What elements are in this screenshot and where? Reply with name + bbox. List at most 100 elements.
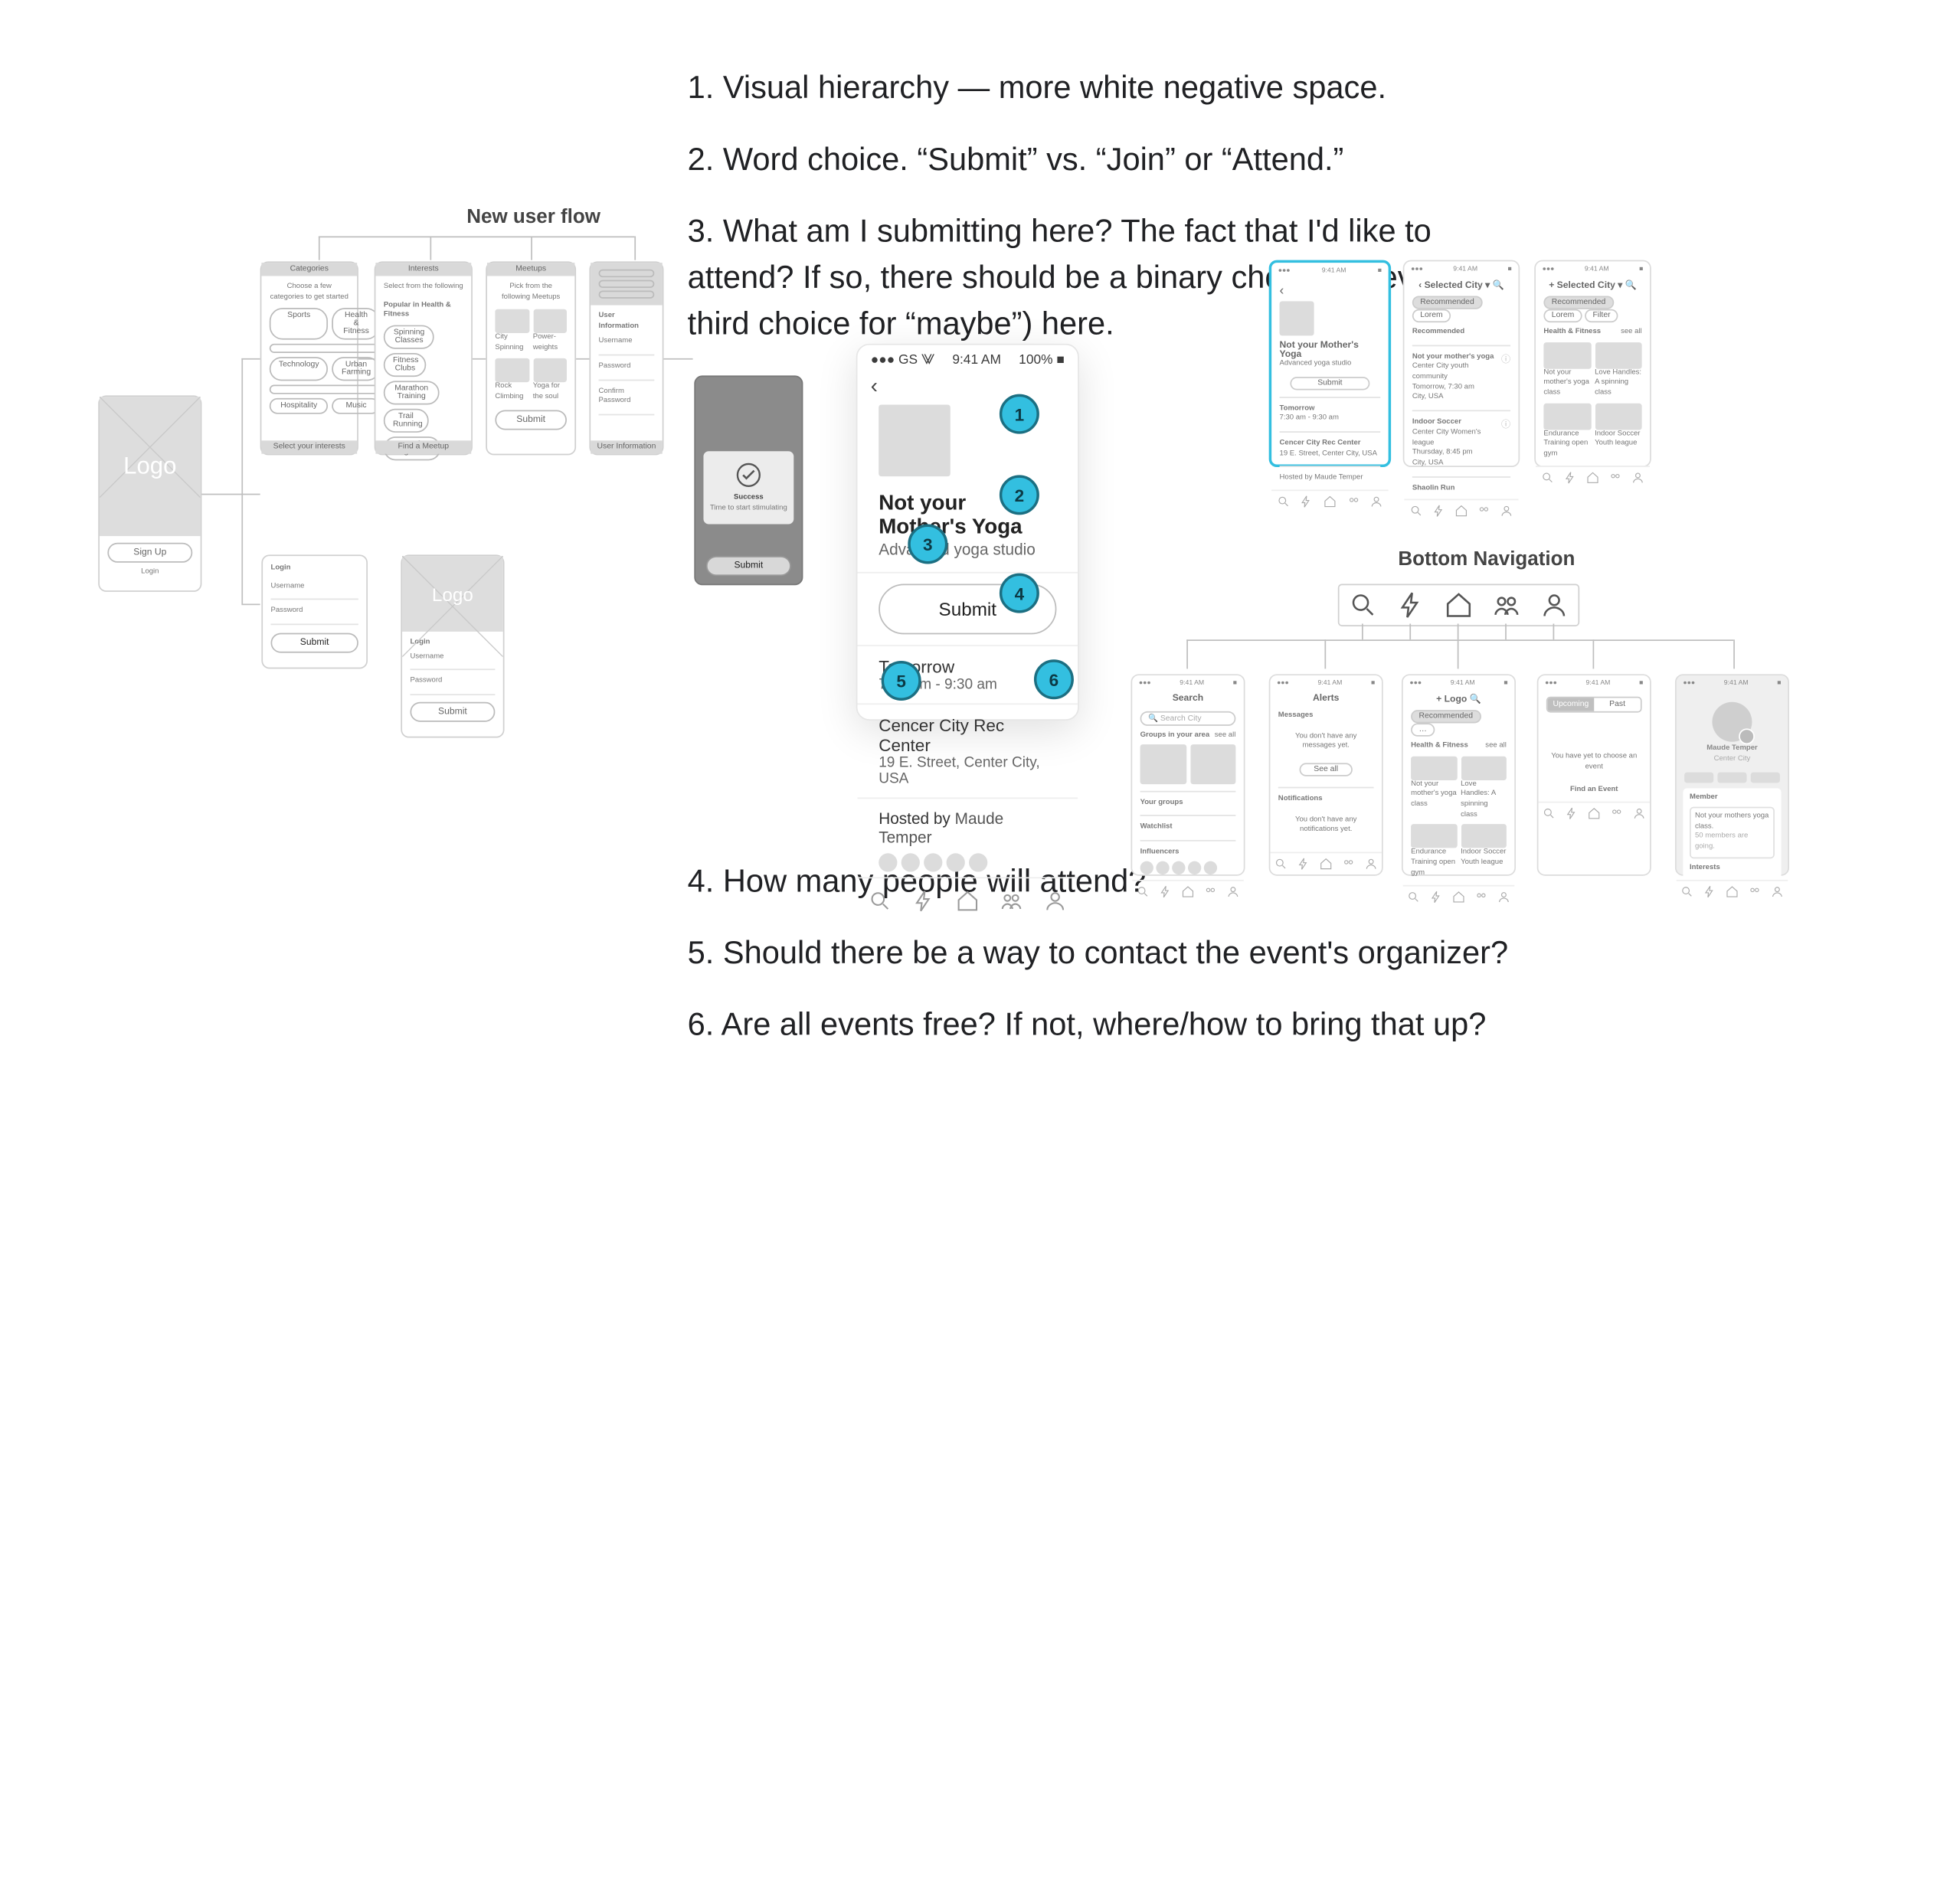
tab-past[interactable]: Past (1594, 698, 1641, 711)
cat-title: Health & Fitness (1543, 328, 1601, 338)
card[interactable]: Love Handles: A spinning class (1461, 780, 1507, 820)
signup-button[interactable]: Sign Up (107, 543, 192, 563)
flow-connector (576, 358, 589, 360)
card[interactable]: Endurance Training open gym (1543, 430, 1591, 460)
cat-item[interactable]: Music (332, 399, 380, 415)
cta[interactable]: Select your interests (273, 443, 345, 451)
rec-item-title[interactable]: Indoor Soccer (1412, 418, 1497, 428)
login-title: Login (271, 564, 358, 574)
wf-splash: Logo Sign Up Login (98, 395, 201, 591)
chip[interactable]: Lorem (1412, 309, 1451, 322)
meetup-item[interactable]: Power-weights (533, 334, 567, 355)
success-title: Success (708, 494, 788, 504)
chip[interactable]: Recommended (1412, 296, 1482, 309)
sm-search: ●●●9:41 AM■ Search 🔍 Search City Groups … (1131, 674, 1245, 875)
home-icon[interactable] (956, 889, 980, 913)
search-input[interactable]: 🔍 Search City (1140, 711, 1236, 726)
meetup-item[interactable]: Yoga for the soul (533, 382, 567, 403)
group-icon[interactable] (1000, 889, 1023, 913)
interests-title: Interests (408, 266, 439, 273)
meetups-sub: Pick from the following Meetups (495, 283, 567, 303)
sm-city-list: ●●●9:41 AM■ ‹ Selected City ▾ 🔍 Recommen… (1403, 260, 1520, 467)
cat-item[interactable]: Sports (270, 309, 329, 341)
city-header[interactable]: Selected City ▾ (1425, 281, 1490, 290)
rec-item-date: Thursday, 8:45 pm (1412, 449, 1497, 459)
home-icon[interactable] (1444, 590, 1473, 619)
card[interactable]: Endurance Training open gym (1411, 848, 1457, 879)
group-title: Groups in your area (1140, 731, 1210, 741)
login-link[interactable]: Login (107, 568, 192, 578)
profile-icon[interactable] (1044, 889, 1068, 913)
chip[interactable]: Recommended (1411, 710, 1481, 723)
see-all-link[interactable]: see all (1621, 328, 1642, 338)
where-addr: 19 E. Street, Center City, USA (1280, 449, 1381, 459)
rec-item-title[interactable]: Shaolin Run (1412, 484, 1510, 494)
cta[interactable]: Find a Meetup (398, 443, 449, 451)
rec-item-title[interactable]: Not your mother's yoga (1412, 352, 1497, 362)
chip[interactable]: Recommended (1543, 296, 1613, 309)
flow-connector (531, 236, 532, 260)
interest-item[interactable]: Fitness Clubs (384, 353, 427, 377)
password-field[interactable]: Password (271, 607, 358, 617)
see-all-link[interactable]: see all (1215, 731, 1236, 741)
interest-item[interactable]: Spinning Classes (384, 325, 435, 349)
member-group[interactable]: Not your mothers yoga class. (1695, 812, 1769, 833)
cat-item[interactable]: Health & Fitness (332, 309, 380, 341)
interest-item[interactable]: Trail Running (384, 409, 428, 433)
password-field[interactable]: Password (599, 362, 655, 372)
submit-button[interactable]: Submit (271, 633, 358, 653)
password-field[interactable]: Password (410, 678, 495, 688)
submit-button[interactable]: Submit (495, 410, 567, 430)
submit-button[interactable]: Submit (410, 702, 495, 722)
success-sub: Time to start stimulating (708, 504, 788, 514)
bolt-icon[interactable] (911, 889, 935, 913)
group-title: Your groups (1140, 799, 1236, 809)
card[interactable]: Not your mother's yoga class (1543, 368, 1591, 399)
see-all-button[interactable]: See all (1299, 763, 1353, 776)
see-all-link[interactable]: see all (1485, 742, 1507, 752)
empty-msg: You don't have any notifications yet. (1278, 816, 1374, 836)
logo-text: Logo (123, 453, 176, 480)
edit-avatar-icon[interactable] (1739, 728, 1755, 744)
cat-item[interactable]: Hospitality (270, 399, 329, 415)
annot-badge-6: 6 (1034, 659, 1074, 699)
cat-item[interactable]: Technology (270, 358, 329, 381)
cta[interactable]: User Information (597, 443, 656, 451)
when-time: 7:30 am - 9:30 am (1280, 414, 1381, 424)
city-header[interactable]: Selected City ▾ (1557, 281, 1623, 290)
group-icon[interactable] (1492, 590, 1521, 619)
title: Logo (1445, 695, 1468, 704)
submit-button[interactable]: Submit (706, 556, 791, 576)
submit-button[interactable]: Submit (1290, 377, 1369, 390)
back-icon[interactable]: ‹ (857, 375, 1078, 399)
meetup-item[interactable]: Rock Climbing (495, 382, 528, 403)
chip[interactable]: Filter (1585, 309, 1618, 322)
username-field[interactable]: Username (271, 582, 358, 592)
confirm-password-field[interactable]: Confirm Password (599, 387, 655, 408)
where-title: Cencer City Rec Center (879, 715, 1056, 755)
flow-connector (241, 603, 260, 605)
card[interactable]: Love Handles: A spinning class (1595, 368, 1642, 399)
bolt-icon[interactable] (1396, 590, 1425, 619)
cat-item[interactable]: Urban Farming (332, 358, 380, 381)
chip[interactable]: Lorem (1543, 309, 1582, 322)
critique-2: 2. Word choice. “Submit” vs. “Join” or “… (688, 138, 1344, 184)
profile-icon[interactable] (1540, 590, 1569, 619)
annot-badge-4: 4 (1000, 574, 1039, 613)
find-event-link[interactable]: Find an Event (1546, 786, 1642, 796)
interest-item[interactable]: Marathon Training (384, 381, 440, 405)
search-icon[interactable] (868, 889, 892, 913)
flow-connector (241, 358, 243, 604)
card[interactable]: Not your mother's yoga class (1411, 780, 1457, 810)
tab-upcoming[interactable]: Upcoming (1548, 698, 1595, 711)
empty-msg: You don't have any messages yet. (1278, 732, 1374, 753)
logo-text: Logo (432, 583, 473, 605)
card[interactable]: Indoor Soccer Youth league (1595, 430, 1642, 450)
status-bar: ●●● GS ⨈ 9:41 AM 100% ■ (857, 345, 1078, 376)
meetup-item[interactable]: City Spinning (495, 334, 528, 355)
section-title: Messages (1278, 711, 1374, 721)
card[interactable]: Indoor Soccer Youth league (1461, 848, 1507, 869)
username-field[interactable]: Username (599, 338, 655, 348)
search-icon[interactable] (1349, 590, 1378, 619)
flow-connector (663, 358, 692, 360)
